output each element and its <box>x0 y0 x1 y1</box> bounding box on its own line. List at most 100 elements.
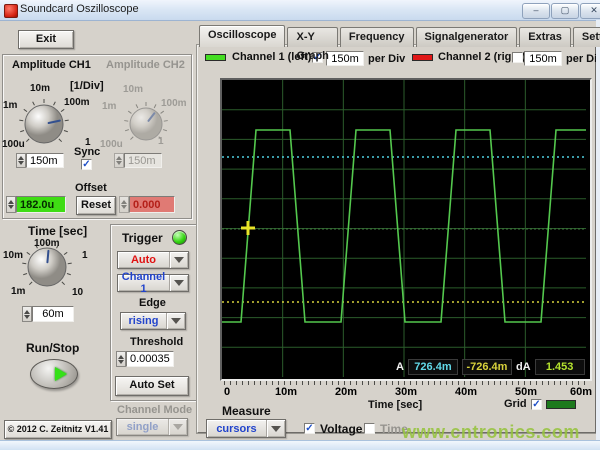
x-tick-label: 20m <box>335 386 357 398</box>
offset-label: Offset <box>75 182 107 194</box>
window-right-edge <box>596 20 600 440</box>
title-bar[interactable]: Soundcard Oszilloscope – ▢ ✕ <box>0 0 600 21</box>
measure-mode-value: cursors <box>207 423 266 435</box>
tab-signalgenerator[interactable]: Signalgenerator <box>416 27 518 47</box>
trigger-edge-dropdown[interactable]: rising <box>120 312 186 330</box>
grid-label: Grid <box>504 398 527 410</box>
offset-reset-button[interactable]: Reset <box>76 196 116 215</box>
trigger-mode-dropdown[interactable]: Auto <box>117 251 189 269</box>
voltage-checkbox[interactable]: ✓ <box>304 423 315 434</box>
sync-checkbox[interactable]: ✓ <box>81 159 92 170</box>
threshold-spinner[interactable] <box>116 351 126 367</box>
per-div-unit-label: [1/Div] <box>70 80 104 92</box>
amplitude-ch1-value-field[interactable]: 150m <box>26 153 64 168</box>
grid-color-swatch[interactable] <box>546 400 576 409</box>
trigger-source-dropdown[interactable]: Channel 1 <box>117 274 189 292</box>
trigger-mode-value: Auto <box>118 254 169 266</box>
tab-xy-graph[interactable]: X-Y Graph <box>287 27 337 47</box>
tab-oscilloscope[interactable]: Oscilloscope <box>199 25 285 47</box>
measure-mode-dropdown[interactable]: cursors <box>206 419 286 438</box>
cursor2-value: -726.4m <box>462 359 512 375</box>
knob-scale-label: 100m <box>64 97 90 108</box>
scope-plot <box>222 80 586 377</box>
knob-scale-label: 100u <box>2 139 25 150</box>
channel2-color-swatch <box>412 54 433 61</box>
knob-scale-label: 1 <box>82 250 88 261</box>
play-icon <box>55 367 67 381</box>
cursor-a-label: A <box>396 361 404 373</box>
knob-scale-label: 1m <box>102 101 116 112</box>
time-title: Time [sec] <box>28 224 87 238</box>
time-value-field[interactable]: 60m <box>32 306 74 322</box>
amplitude-ch2-value-field[interactable]: 150m <box>124 153 162 168</box>
edge-label: Edge <box>139 297 166 309</box>
x-tick-label: 10m <box>275 386 297 398</box>
window-bottom-edge <box>0 440 600 450</box>
window-title: Soundcard Oszilloscope <box>20 3 139 15</box>
cursor-da-value: 1.453 <box>535 359 585 375</box>
minimize-button[interactable]: – <box>522 3 550 19</box>
chevron-down-icon <box>173 424 183 430</box>
chevron-down-icon <box>271 426 281 432</box>
channel1-color-swatch <box>205 54 226 61</box>
cursor1-value: 726.4m <box>408 359 458 375</box>
run-stop-label: Run/Stop <box>26 341 79 355</box>
soundcard-oscilloscope-window: Soundcard Oszilloscope – ▢ ✕ Exit Amplit… <box>0 0 600 450</box>
knob-scale-label: 10m <box>30 83 50 94</box>
threshold-field[interactable]: 0.00035 <box>126 351 174 367</box>
x-tick-label: 60m <box>570 386 592 398</box>
scope-display[interactable] <box>220 78 592 381</box>
knob-scale-label: 100u <box>100 139 123 150</box>
x-tick-label: 30m <box>395 386 417 398</box>
copyright-button[interactable]: © 2012 C. Zeitnitz V1.41 <box>4 420 112 439</box>
chevron-down-icon <box>174 280 184 286</box>
knob-scale-label: 1m <box>11 286 25 297</box>
x-tick-label: 40m <box>455 386 477 398</box>
amplitude-ch1-spinner[interactable] <box>16 153 26 168</box>
offset-ch1-spinner[interactable] <box>6 196 16 213</box>
sync-label: Sync <box>74 146 100 158</box>
knob-scale-label: 10m <box>3 250 23 261</box>
app-icon <box>4 4 18 18</box>
exit-button[interactable]: Exit <box>18 30 74 49</box>
knob-scale-label: 100m <box>34 238 60 249</box>
tab-bar: Oscilloscope X-Y Graph Frequency Signalg… <box>199 25 600 47</box>
amplitude-ch1-title: Amplitude CH1 <box>12 59 91 71</box>
tab-extras[interactable]: Extras <box>519 27 571 47</box>
amplitude-ch2-title: Amplitude CH2 <box>106 59 185 71</box>
channel2-scale-field[interactable]: 150m <box>524 51 562 66</box>
x-tick-label: 0 <box>224 386 230 398</box>
chevron-down-icon <box>171 318 181 324</box>
time-spinner[interactable] <box>22 306 32 322</box>
cursor-readout: A 726.4m -726.4m dA 1.453 <box>396 359 585 375</box>
grid-checkbox[interactable]: ✓ <box>531 399 542 410</box>
knob-scale-label: 10 <box>72 287 83 298</box>
amplitude-ch1-knob[interactable] <box>17 97 71 151</box>
channel1-scale-field[interactable]: 150m <box>326 51 364 66</box>
knob-scale-label: 100m <box>161 98 187 109</box>
tab-frequency[interactable]: Frequency <box>340 27 414 47</box>
close-button[interactable]: ✕ <box>580 3 600 19</box>
channel2-enable-checkbox[interactable]: ✓ <box>512 52 523 63</box>
knob-scale-label: 10m <box>123 84 143 95</box>
run-stop-button[interactable] <box>30 359 78 389</box>
auto-set-button[interactable]: Auto Set <box>115 376 189 396</box>
trigger-edge-value: rising <box>121 315 166 327</box>
maximize-button[interactable]: ▢ <box>551 3 579 19</box>
trigger-title: Trigger <box>122 231 163 245</box>
offset-ch2-field[interactable]: 0.000 <box>129 196 175 213</box>
channel2-per-div-label: per Div <box>566 53 600 65</box>
threshold-label: Threshold <box>130 336 183 348</box>
knob-scale-label: 1m <box>3 100 17 111</box>
offset-ch1-field[interactable]: 182.0u <box>16 196 66 213</box>
offset-ch2-spinner[interactable] <box>119 196 129 213</box>
knob-scale-label: 1 <box>158 136 164 147</box>
voltage-label: Voltage <box>320 422 362 436</box>
time-checkbox[interactable]: ✓ <box>364 423 375 434</box>
amplitude-ch2-spinner[interactable] <box>114 153 124 168</box>
channel-mode-dropdown[interactable]: single <box>116 418 188 436</box>
x-axis-title: Time [sec] <box>368 399 422 411</box>
x-tick-label: 50m <box>515 386 537 398</box>
tab-settings[interactable]: Settings <box>573 27 600 47</box>
channel-mode-value: single <box>117 421 168 433</box>
